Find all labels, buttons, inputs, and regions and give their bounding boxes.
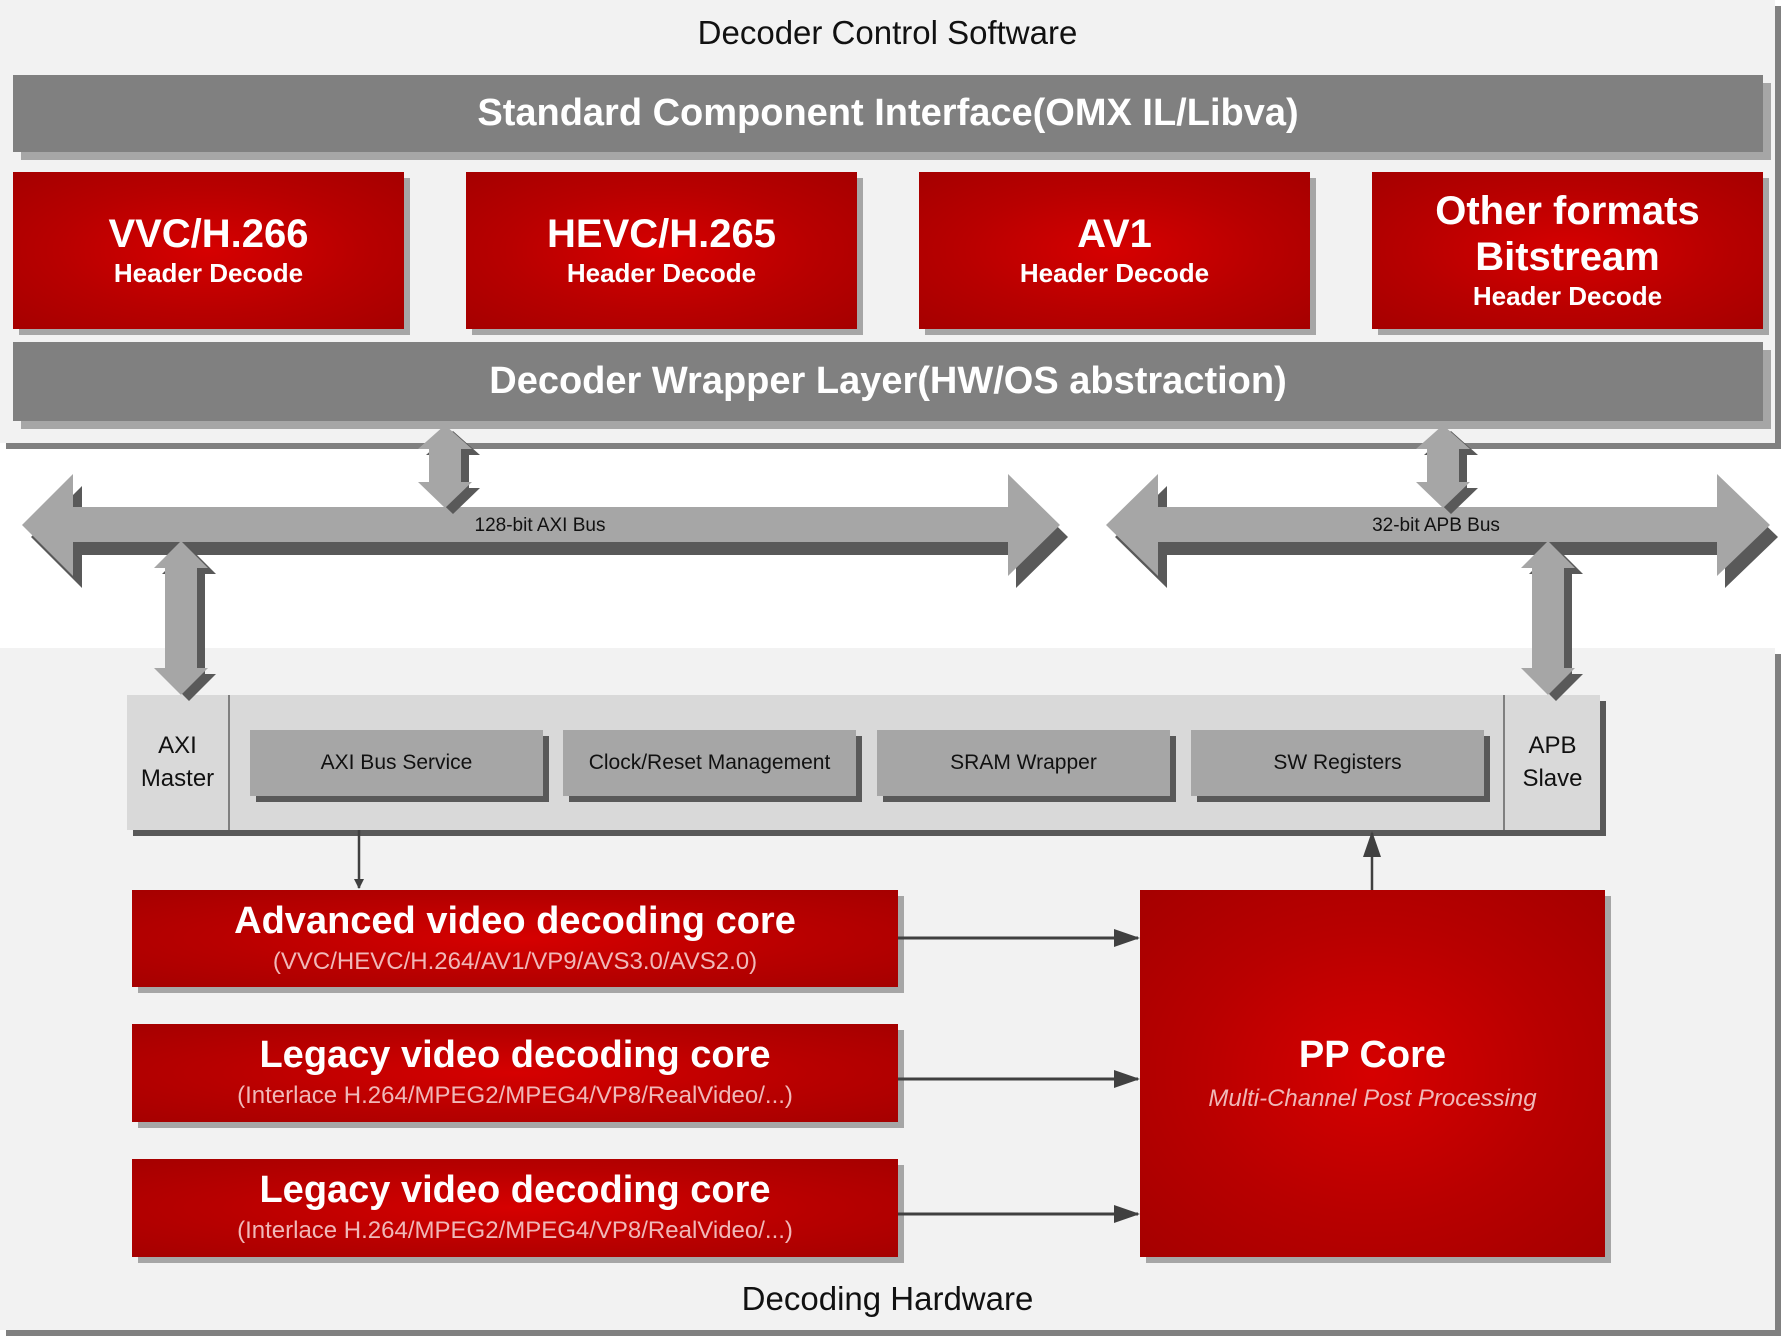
core-subtitle: (VVC/HEVC/H.264/AV1/VP9/AVS3.0/AVS2.0) [272, 947, 758, 975]
standard-component-interface: Standard Component Interface(OMX IL/Libv… [13, 75, 1763, 152]
software-panel-title: Decoder Control Software [697, 14, 1078, 51]
header-decode-av1: AV1 Header Decode [919, 172, 1310, 329]
axi-master-line2: Master [140, 764, 215, 792]
axi-bus-service-block: AXI Bus Service [250, 730, 543, 796]
header-decode-title-line1: Other formats [1435, 188, 1700, 233]
header-decode-title: VVC/H.266 [108, 211, 309, 256]
header-decode-subtitle: Header Decode [1019, 257, 1210, 288]
legacy-video-decoding-core-2: Legacy video decoding core (Interlace H.… [132, 1159, 898, 1257]
apb-to-slave-arrow [1521, 541, 1583, 701]
core-title: Legacy video decoding core [259, 1169, 771, 1212]
apb-slave: APB Slave [1503, 695, 1600, 830]
core-subtitle: (Interlace H.264/MPEG2/MPEG4/VP8/RealVid… [237, 1217, 793, 1244]
axi-master-line1: AXI [158, 732, 197, 760]
axi-to-master-arrow [154, 541, 216, 701]
header-decode-hevc: HEVC/H.265 Header Decode [466, 172, 857, 329]
pp-core-title: PP Core [1298, 1034, 1447, 1076]
header-decode-subtitle: Header Decode [113, 257, 304, 288]
header-decode-vvc: VVC/H.266 Header Decode [13, 172, 404, 329]
pp-core-subtitle: Multi-Channel Post Processing [1208, 1085, 1537, 1112]
header-decode-title: AV1 [1077, 211, 1152, 256]
core-title: Advanced video decoding core [234, 899, 796, 942]
pp-core: PP Core Multi-Channel Post Processing [1140, 890, 1605, 1257]
advanced-video-decoding-core: Advanced video decoding core (VVC/HEVC/H… [132, 890, 898, 987]
sw-registers-block: SW Registers [1191, 730, 1484, 796]
header-decode-title: HEVC/H.265 [547, 211, 776, 256]
legacy-video-decoding-core-1: Legacy video decoding core (Interlace H.… [132, 1024, 898, 1122]
header-decode-title-line2: Bitstream [1475, 234, 1660, 279]
core-subtitle: (Interlace H.264/MPEG2/MPEG4/VP8/RealVid… [237, 1082, 793, 1109]
axi-bus-label: 128-bit AXI Bus [475, 515, 606, 536]
apb-bus-label: 32-bit APB Bus [1372, 515, 1500, 536]
header-decode-other-formats: Other formats Bitstream Header Decode [1372, 172, 1763, 329]
apb-slave-line1: APB [1528, 732, 1577, 760]
core-title: Legacy video decoding core [259, 1034, 771, 1077]
header-decode-subtitle: Header Decode [1472, 280, 1663, 311]
apb-slave-line2: Slave [1522, 764, 1583, 792]
sram-wrapper-block: SRAM Wrapper [877, 730, 1170, 796]
decoder-wrapper-layer: Decoder Wrapper Layer(HW/OS abstraction) [13, 342, 1763, 421]
hardware-panel-title: Decoding Hardware [741, 1280, 1034, 1317]
header-decode-subtitle: Header Decode [566, 257, 757, 288]
clock-reset-management-block: Clock/Reset Management [563, 730, 856, 796]
axi-master: AXI Master [127, 695, 230, 830]
